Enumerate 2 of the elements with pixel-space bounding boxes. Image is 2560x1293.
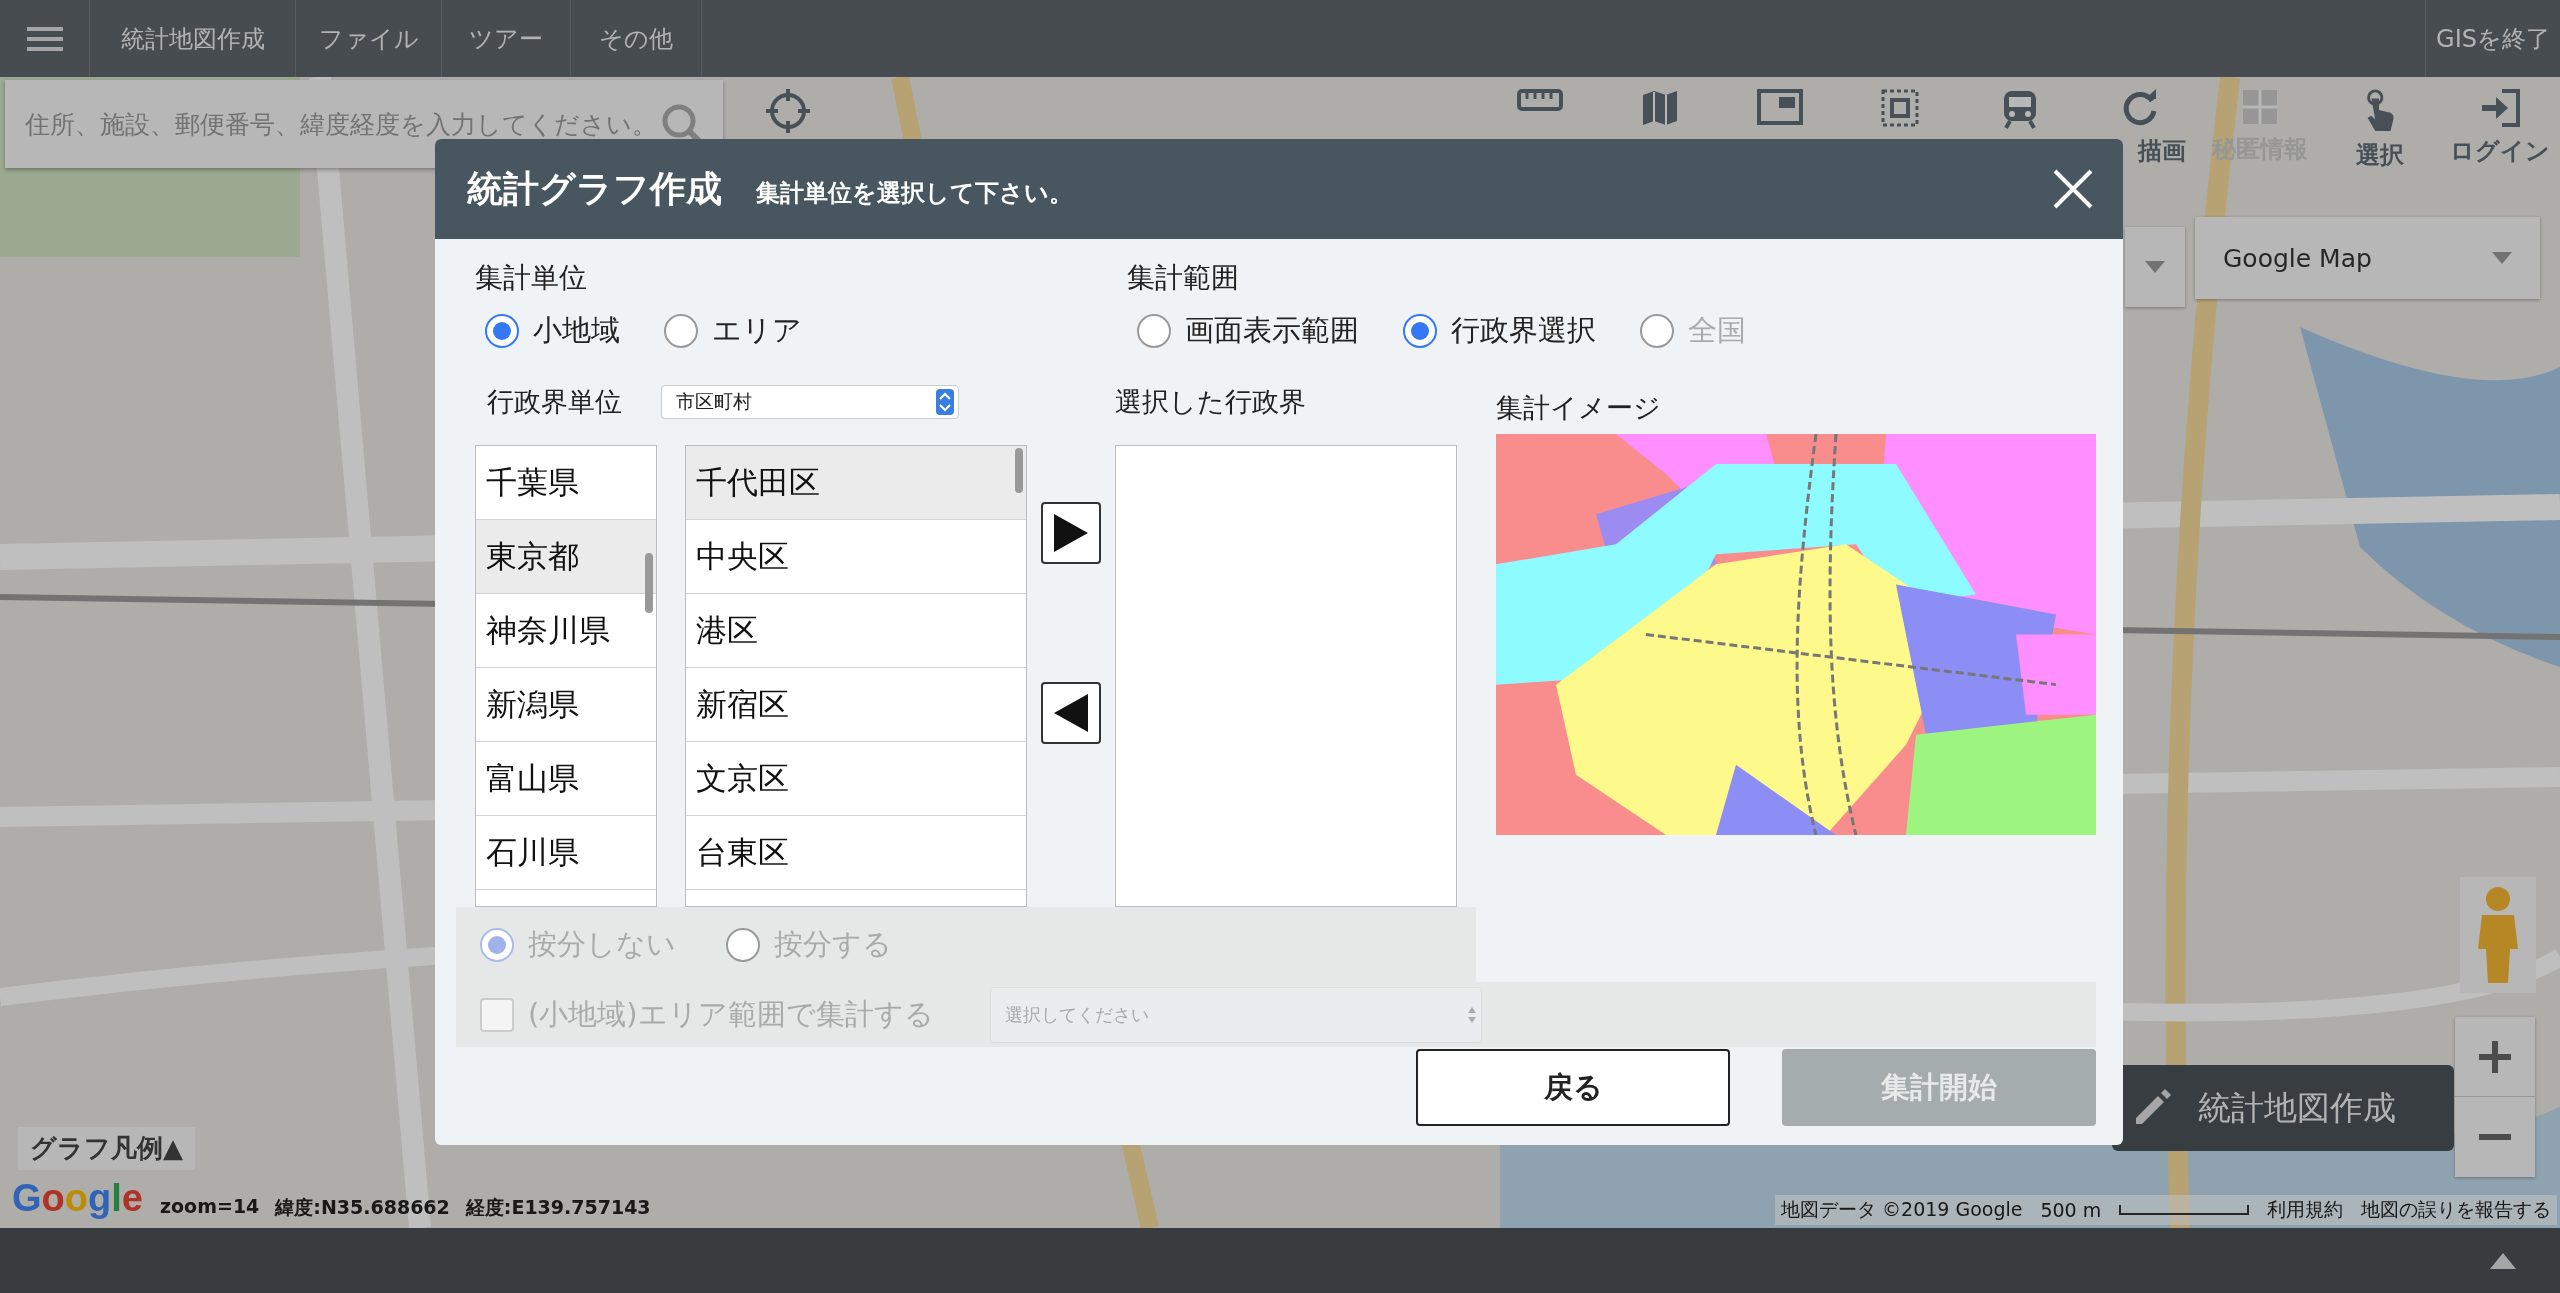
expand-up-icon[interactable] bbox=[2490, 1252, 2516, 1269]
menu-icon bbox=[26, 24, 63, 53]
